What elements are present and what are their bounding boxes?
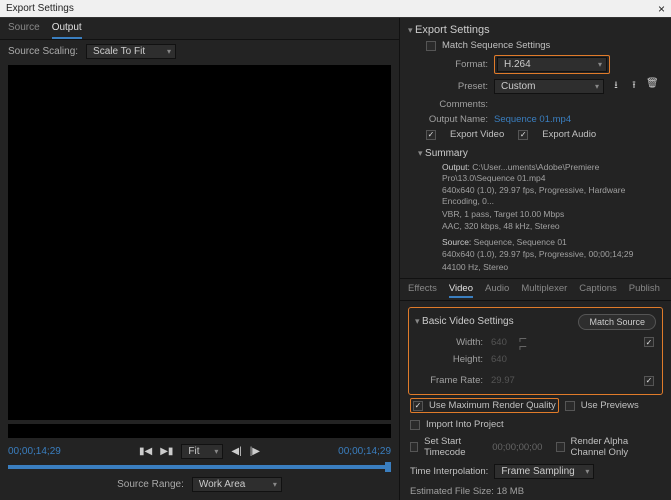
max-render-checkbox[interactable] (413, 401, 423, 411)
source-range-label: Source Range: (117, 479, 184, 490)
subtab-audio[interactable]: Audio (485, 283, 509, 298)
width-match-checkbox[interactable] (644, 337, 654, 347)
import-preset-icon[interactable]: ⭱ (628, 78, 640, 95)
est-size-label: Estimated File Size: (410, 486, 494, 497)
max-render-label: Use Maximum Render Quality (429, 400, 556, 411)
framerate-match-checkbox[interactable] (644, 376, 654, 386)
render-alpha-label: Render Alpha Channel Only (571, 436, 661, 458)
set-start-tc-checkbox[interactable] (410, 442, 418, 452)
match-sequence-label: Match Sequence Settings (442, 40, 550, 51)
timeline-thumbs (8, 424, 391, 438)
source-summary-2: 640x640 (1.0), 29.97 fps, Progressive, 0… (400, 248, 671, 261)
output-name-link[interactable]: Sequence 01.mp4 (494, 114, 571, 125)
scrub-handle[interactable] (385, 462, 391, 472)
subtab-publish[interactable]: Publish (629, 283, 660, 298)
output-summary-4: AAC, 320 kbps, 48 kHz, Stereo (400, 220, 671, 233)
source-summary-3: 44100 Hz, Stereo (400, 261, 671, 274)
preset-label: Preset: (426, 81, 488, 92)
import-project-checkbox[interactable] (410, 420, 420, 430)
framerate-label: Frame Rate: (425, 375, 483, 386)
video-preview (8, 65, 391, 420)
width-value[interactable]: 640 (491, 337, 507, 348)
basic-video-settings-box: Basic Video Settings Match Source Width:… (408, 307, 663, 396)
export-audio-checkbox[interactable] (518, 130, 528, 140)
format-label: Format: (426, 59, 488, 70)
titlebar: Export Settings × (0, 0, 671, 18)
source-summary-1: Sequence, Sequence 01 (474, 237, 567, 247)
summary-header[interactable]: Summary (400, 142, 671, 161)
close-icon[interactable]: × (658, 2, 665, 16)
save-preset-icon[interactable]: ⭳ (610, 78, 622, 95)
bvs-header[interactable]: Basic Video Settings (415, 316, 514, 327)
use-previews-checkbox[interactable] (565, 401, 575, 411)
est-size-value: 18 MB (497, 486, 524, 497)
source-range-dropdown[interactable]: Work Area (192, 477, 282, 492)
match-source-button[interactable]: Match Source (578, 314, 656, 330)
time-interp-dropdown[interactable]: Frame Sampling (494, 464, 594, 479)
start-tc-value[interactable]: 00;00;00;00 (492, 442, 542, 453)
subtab-captions[interactable]: Captions (579, 283, 617, 298)
subtab-multiplexer[interactable]: Multiplexer (521, 283, 567, 298)
import-project-label: Import Into Project (426, 419, 504, 430)
export-video-label: Export Video (450, 129, 504, 140)
set-start-tc-label: Set Start Timecode (424, 436, 486, 458)
settings-panel: Export Settings Match Sequence Settings … (400, 18, 671, 500)
height-value[interactable]: 640 (491, 354, 507, 365)
framerate-value[interactable]: 29.97 (491, 375, 515, 386)
output-summary-2: 640x640 (1.0), 29.97 fps, Progressive, H… (400, 184, 671, 207)
output-name-label: Output Name: (426, 114, 488, 125)
output-summary-label: Output: (442, 162, 470, 172)
source-scaling-dropdown[interactable]: Scale To Fit (86, 44, 176, 59)
scrub-bar[interactable] (8, 465, 391, 469)
match-sequence-checkbox[interactable] (426, 41, 436, 51)
render-alpha-checkbox[interactable] (556, 442, 564, 452)
time-interp-label: Time Interpolation: (410, 466, 488, 477)
link-dims-icon[interactable]: ⌐⌐ (519, 334, 527, 351)
mark-out-icon[interactable]: |▶ (250, 446, 260, 457)
format-dropdown[interactable]: H.264 (497, 57, 607, 72)
delete-preset-icon[interactable]: 🗑 (646, 78, 658, 95)
export-audio-label: Export Audio (542, 129, 596, 140)
mark-in-icon[interactable]: ◀| (231, 446, 241, 457)
export-video-checkbox[interactable] (426, 130, 436, 140)
subtab-effects[interactable]: Effects (408, 283, 437, 298)
height-label: Height: (425, 354, 483, 365)
fit-dropdown[interactable]: Fit (181, 444, 223, 459)
source-scaling-label: Source Scaling: (8, 46, 78, 57)
export-settings-header[interactable]: Export Settings (400, 18, 671, 38)
preview-panel: Source Output Source Scaling: Scale To F… (0, 18, 400, 500)
output-summary-3: VBR, 1 pass, Target 10.00 Mbps (400, 208, 671, 221)
timecode-in[interactable]: 00;00;14;29 (8, 446, 61, 457)
tab-source[interactable]: Source (8, 22, 40, 39)
step-back-icon[interactable]: ▮◀ (139, 446, 152, 457)
window-title: Export Settings (6, 3, 74, 14)
width-label: Width: (425, 337, 483, 348)
use-previews-label: Use Previews (581, 400, 639, 411)
subtab-video[interactable]: Video (449, 283, 473, 298)
comments-label: Comments: (426, 99, 488, 110)
tab-output[interactable]: Output (52, 22, 82, 39)
step-fwd-icon[interactable]: ▶▮ (160, 446, 173, 457)
preset-dropdown[interactable]: Custom (494, 79, 604, 94)
source-summary-label: Source: (442, 237, 471, 247)
timecode-out[interactable]: 00;00;14;29 (338, 446, 391, 457)
